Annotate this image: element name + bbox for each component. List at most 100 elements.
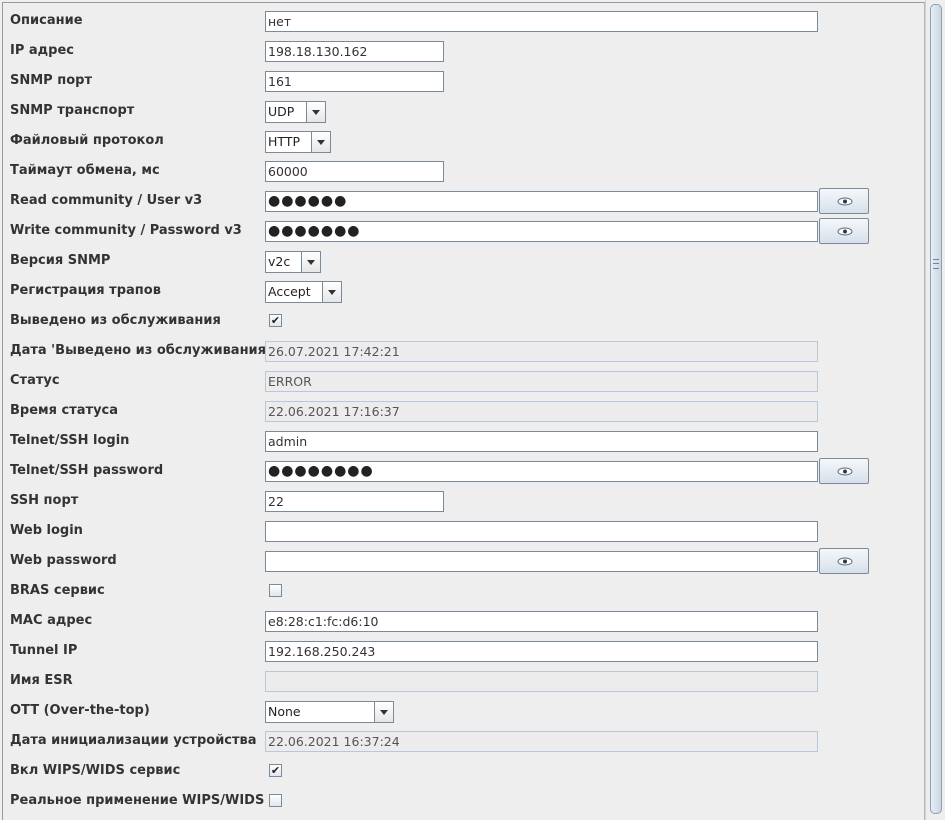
row-file-protocol: Файловый протокол HTTP [3, 126, 926, 156]
row-description: Описание нет [3, 6, 926, 36]
init-date-label: Дата инициализации устройства [10, 733, 257, 748]
row-snmp-version: Версия SNMP v2c [3, 246, 926, 276]
chevron-down-icon[interactable] [322, 282, 341, 302]
ott-value: None [268, 704, 301, 719]
file-protocol-value: HTTP [268, 134, 300, 149]
eye-icon [837, 557, 853, 566]
write-community-label: Write community / Password v3 [10, 223, 242, 238]
decommission-date-label: Дата 'Выведено из обслуживания' [10, 343, 270, 358]
chevron-down-icon[interactable] [301, 252, 320, 272]
telnet-login-label: Telnet/SSH login [10, 433, 130, 448]
snmp-transport-select[interactable]: UDP [265, 101, 326, 123]
tunnel-ip-field[interactable]: 192.168.250.243 [265, 641, 818, 662]
esr-name-field [265, 671, 818, 692]
decommissioned-checkbox[interactable]: ✔ [269, 314, 282, 327]
write-community-field[interactable]: ●●●●●●● [265, 221, 818, 242]
row-wips-real: Реальное применение WIPS/WIDS [3, 786, 926, 816]
row-ip-address: IP адрес 198.18.130.162 [3, 36, 926, 66]
trap-registration-select[interactable]: Accept [265, 281, 342, 303]
status-label: Статус [10, 373, 60, 388]
description-field[interactable]: нет [265, 11, 818, 32]
description-label: Описание [10, 13, 83, 28]
chevron-down-icon[interactable] [311, 132, 330, 152]
row-snmp-transport: SNMP транспорт UDP [3, 96, 926, 126]
row-decommission-date: Дата 'Выведено из обслуживания' 26.07.20… [3, 336, 926, 366]
esr-name-label: Имя ESR [10, 673, 73, 688]
ssh-port-field[interactable]: 22 [265, 491, 444, 512]
row-trap-registration: Регистрация трапов Accept [3, 276, 926, 306]
bras-service-checkbox[interactable] [269, 584, 282, 597]
bras-service-label: BRAS сервис [10, 583, 105, 598]
ott-label: OTT (Over-the-top) [10, 703, 150, 718]
chevron-down-icon[interactable] [306, 102, 325, 122]
trap-registration-label: Регистрация трапов [10, 283, 161, 298]
timeout-field[interactable]: 60000 [265, 161, 444, 182]
show-write-community-button[interactable] [819, 218, 869, 244]
snmp-version-select[interactable]: v2c [265, 251, 321, 273]
row-init-date: Дата инициализации устройства 22.06.2021… [3, 726, 926, 756]
row-ssh-port: SSH порт 22 [3, 486, 926, 516]
wips-real-checkbox[interactable] [269, 794, 282, 807]
eye-icon [837, 197, 853, 206]
status-time-label: Время статуса [10, 403, 119, 418]
telnet-password-label: Telnet/SSH password [10, 463, 164, 478]
row-mac-address: MAC адрес e8:28:c1:fc:d6:10 [3, 606, 926, 636]
eye-icon [837, 227, 853, 236]
timeout-label: Таймаут обмена, мс [10, 163, 160, 178]
row-snmp-port: SNMP порт 161 [3, 66, 926, 96]
read-community-label: Read community / User v3 [10, 193, 203, 208]
ip-address-label: IP адрес [10, 43, 74, 58]
row-telnet-password: Telnet/SSH password ●●●●●●●● [3, 456, 926, 486]
row-read-community: Read community / User v3 ●●●●●● [3, 186, 926, 216]
row-write-community: Write community / Password v3 ●●●●●●● [3, 216, 926, 246]
snmp-port-field[interactable]: 161 [265, 71, 444, 92]
tunnel-ip-label: Tunnel IP [10, 643, 78, 658]
snmp-version-label: Версия SNMP [10, 253, 111, 268]
row-status: Статус ERROR [3, 366, 926, 396]
decommission-date-field: 26.07.2021 17:42:21 [265, 341, 818, 362]
vertical-scrollbar[interactable] [925, 0, 945, 820]
snmp-transport-value: UDP [268, 104, 295, 119]
chevron-down-icon[interactable] [374, 702, 393, 722]
row-telnet-login: Telnet/SSH login admin [3, 426, 926, 456]
web-login-field[interactable] [265, 521, 818, 542]
wips-service-checkbox[interactable]: ✔ [269, 764, 282, 777]
file-protocol-label: Файловый протокол [10, 133, 164, 148]
row-timeout: Таймаут обмена, мс 60000 [3, 156, 926, 186]
web-password-field[interactable] [265, 551, 818, 572]
row-bras-service: BRAS сервис [3, 576, 926, 606]
decommissioned-label: Выведено из обслуживания [10, 313, 221, 328]
show-web-password-button[interactable] [819, 548, 869, 574]
wips-real-label: Реальное применение WIPS/WIDS [10, 793, 265, 808]
row-ott: OTT (Over-the-top) None [3, 696, 926, 726]
scrollbar-thumb[interactable] [930, 4, 942, 814]
web-login-label: Web login [10, 523, 83, 538]
read-community-field[interactable]: ●●●●●● [265, 191, 818, 212]
ssh-port-label: SSH порт [10, 493, 79, 508]
file-protocol-select[interactable]: HTTP [265, 131, 331, 153]
row-wips-service: Вкл WIPS/WIDS сервис ✔ [3, 756, 926, 786]
show-telnet-password-button[interactable] [819, 458, 869, 484]
row-decommissioned: Выведено из обслуживания ✔ [3, 306, 926, 336]
telnet-password-field[interactable]: ●●●●●●●● [265, 461, 818, 482]
trap-registration-value: Accept [268, 284, 311, 299]
row-status-time: Время статуса 22.06.2021 17:16:37 [3, 396, 926, 426]
ott-select[interactable]: None [265, 701, 394, 723]
snmp-version-value: v2c [268, 254, 291, 269]
telnet-login-field[interactable]: admin [265, 431, 818, 452]
show-read-community-button[interactable] [819, 188, 869, 214]
snmp-transport-label: SNMP транспорт [10, 103, 135, 118]
snmp-port-label: SNMP порт [10, 73, 92, 88]
init-date-field: 22.06.2021 16:37:24 [265, 731, 818, 752]
row-tunnel-ip: Tunnel IP 192.168.250.243 [3, 636, 926, 666]
device-properties-panel: Описание нет IP адрес 198.18.130.162 SNM… [2, 2, 925, 820]
row-web-login: Web login [3, 516, 926, 546]
mac-address-label: MAC адрес [10, 613, 93, 628]
mac-address-field[interactable]: e8:28:c1:fc:d6:10 [265, 611, 818, 632]
grip-icon [933, 259, 939, 269]
status-field: ERROR [265, 371, 818, 392]
ip-address-field[interactable]: 198.18.130.162 [265, 41, 444, 62]
row-web-password: Web password [3, 546, 926, 576]
status-time-field: 22.06.2021 17:16:37 [265, 401, 818, 422]
wips-service-label: Вкл WIPS/WIDS сервис [10, 763, 181, 778]
